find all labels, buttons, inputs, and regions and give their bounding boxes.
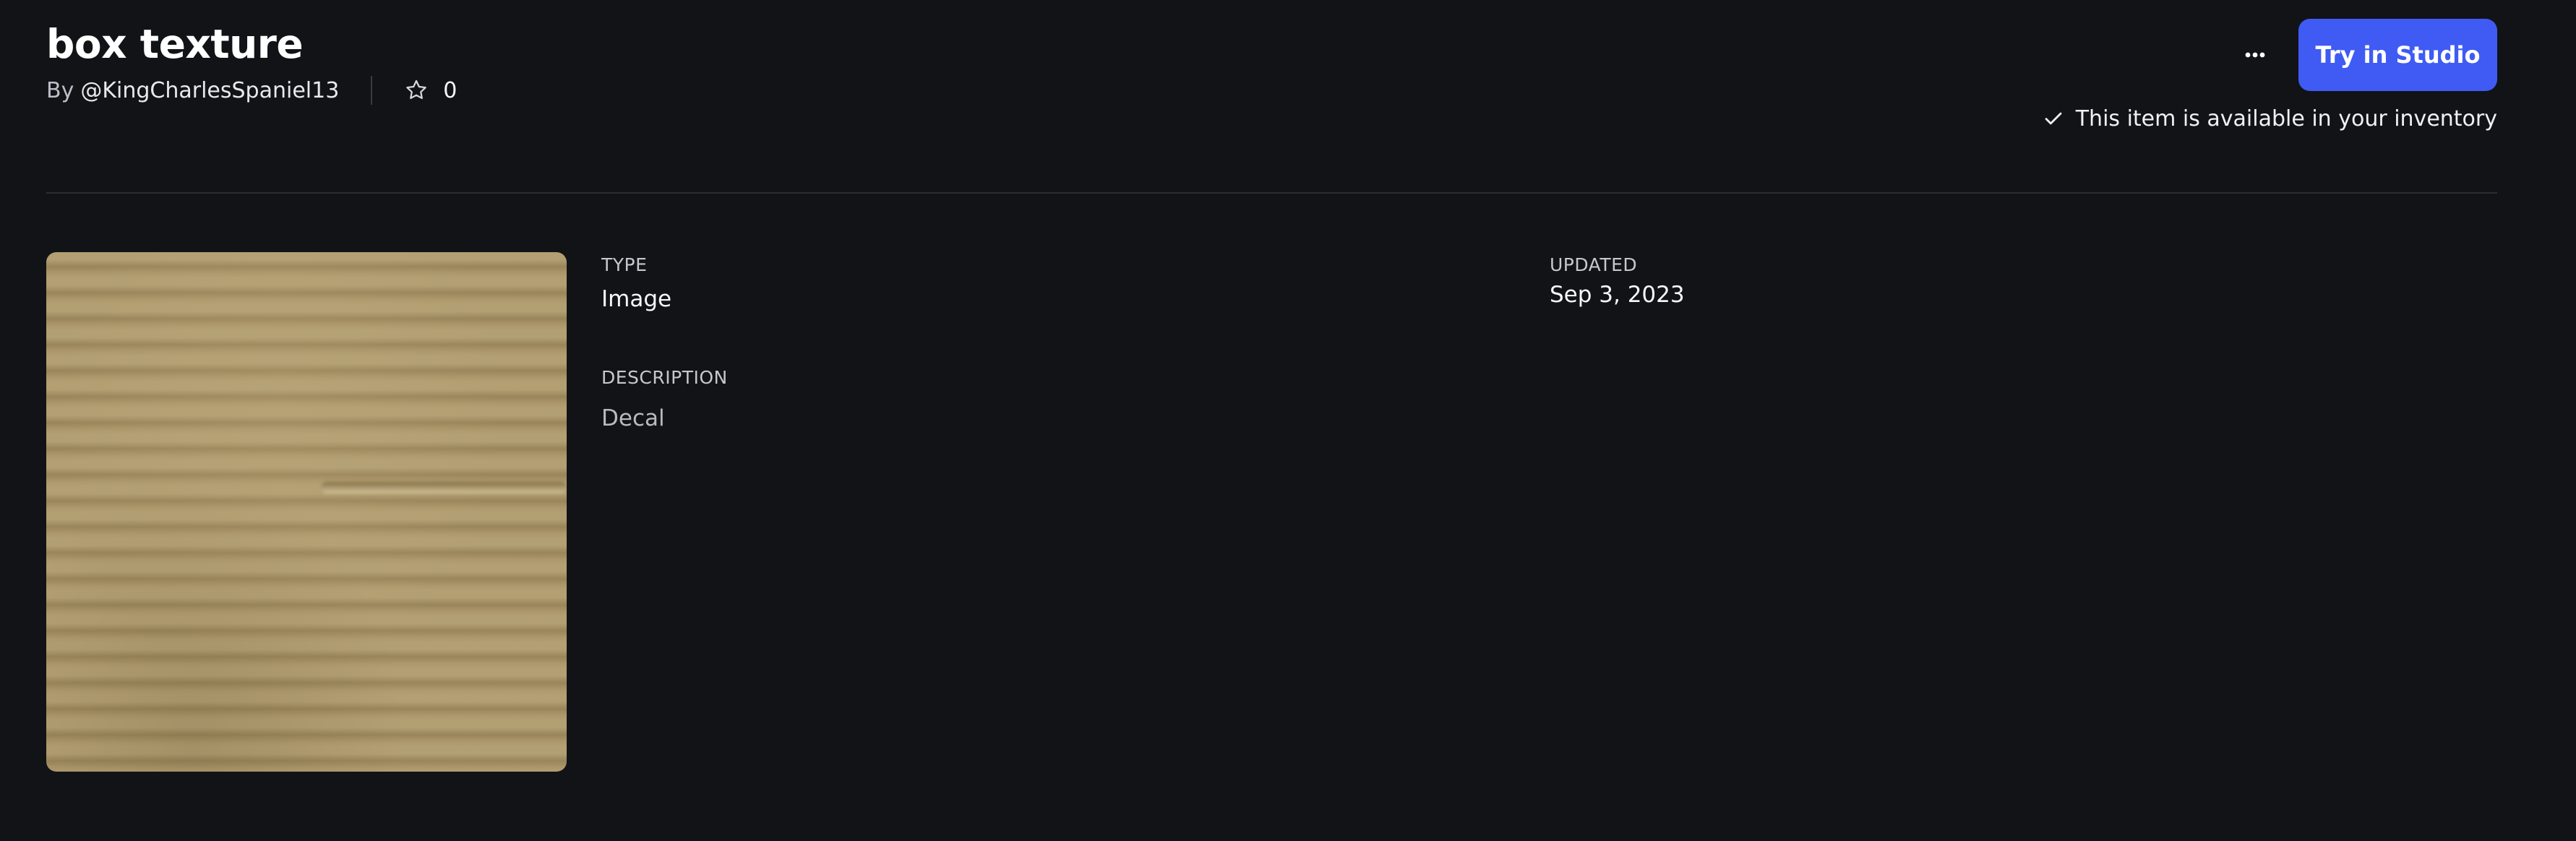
asset-thumbnail [46, 252, 567, 772]
type-label: TYPE [601, 254, 648, 275]
header-divider [46, 192, 2497, 194]
more-options-button[interactable] [2229, 29, 2281, 81]
asset-title: box texture [46, 21, 304, 67]
asset-details-page: box texture By @KingCharlesSpaniel13 0 T… [46, 0, 2497, 841]
description-label: DESCRIPTION [601, 367, 728, 388]
inventory-status: This item is available in your inventory [2043, 104, 2497, 133]
check-icon [2045, 112, 2062, 125]
meta-divider [371, 76, 373, 105]
star-outline-icon [404, 78, 429, 103]
creator-link[interactable]: @KingCharlesSpaniel13 [80, 78, 339, 103]
by-prefix: By [46, 77, 74, 103]
texture-crease [321, 482, 567, 493]
description-value: Decal [601, 405, 665, 431]
creator-row: By @KingCharlesSpaniel13 0 [46, 75, 457, 105]
updated-value: Sep 3, 2023 [1550, 282, 1685, 308]
updated-label: UPDATED [1550, 254, 1638, 275]
favorite-count: 0 [443, 77, 458, 103]
type-value: Image [601, 286, 672, 312]
inventory-status-text: This item is available in your inventory [2075, 105, 2497, 131]
favorite-button[interactable]: 0 [404, 78, 457, 103]
try-in-studio-button[interactable]: Try in Studio [2298, 19, 2497, 91]
ellipsis-icon [2245, 52, 2265, 58]
